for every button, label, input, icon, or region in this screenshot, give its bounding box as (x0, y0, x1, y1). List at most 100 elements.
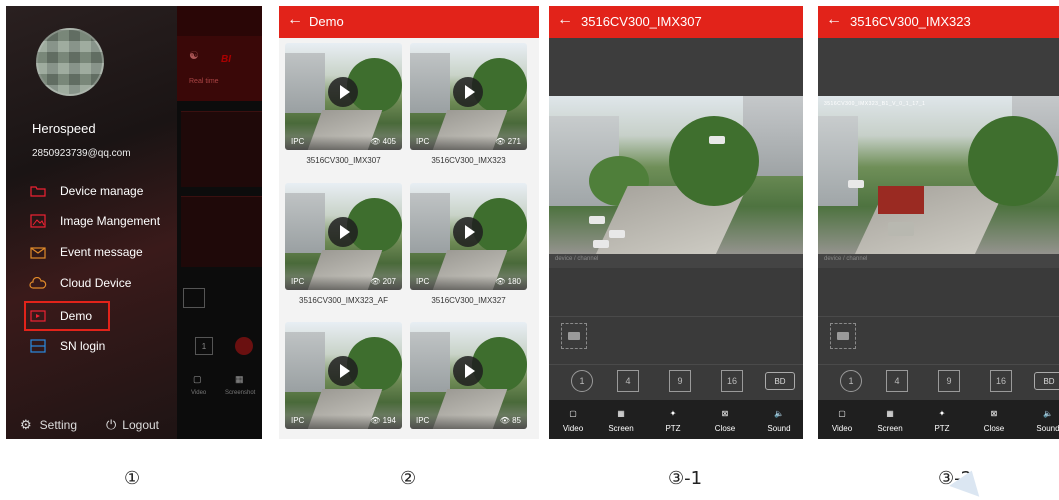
menu-item-cloud-device[interactable]: Cloud Device (28, 272, 131, 294)
logout-label: Logout (122, 418, 159, 432)
layout-1-icon: 1 (195, 337, 213, 355)
menu-item-label: Demo (60, 309, 93, 323)
menu-item-label: Cloud Device (60, 276, 132, 290)
view-count: 👁 180 (495, 277, 521, 286)
page-title: 3516CV300_IMX307 (581, 14, 702, 29)
bg-video-label: Video (191, 390, 207, 396)
step-label-1: ① (124, 468, 141, 489)
device-type-label: IPC (291, 277, 305, 286)
setting-button[interactable]: ⚙ Setting (20, 417, 77, 433)
device-type-label: IPC (291, 137, 305, 146)
video-view[interactable] (549, 96, 803, 254)
layout-9-button[interactable]: 9 (669, 370, 691, 392)
layout-1-button[interactable]: 1 (840, 370, 862, 392)
step-label-2: ② (400, 468, 417, 489)
view-count: 👁 271 (495, 137, 521, 146)
side-menu-screen: ☯ BI Real time 1 ▢ ▦ Video Screenshot He… (6, 6, 262, 439)
demo-list-screen: ← Demo IPC 👁 405 3516CV300_IMX307 IPC 👁 … (279, 6, 539, 439)
video-button[interactable]: ▢ Video (553, 404, 593, 434)
demo-card[interactable]: IPC 👁 207 (285, 183, 402, 290)
device-type-label: IPC (291, 416, 305, 425)
layout-9-button[interactable]: 9 (938, 370, 960, 392)
play-icon[interactable] (453, 77, 483, 107)
sn-icon (28, 339, 48, 353)
folder-icon (183, 288, 205, 308)
sound-button[interactable]: 🔈 Sound (1028, 404, 1059, 434)
device-type-label: IPC (416, 137, 430, 146)
speaker-icon: 🔈 (1043, 408, 1053, 418)
ptz-icon: ✦ (669, 408, 677, 418)
step-label-3-1: ③-1 (668, 468, 703, 489)
layout-1-button[interactable]: 1 (571, 370, 593, 392)
bg-screenshot-label: Screenshot (225, 390, 256, 396)
play-icon[interactable] (453, 217, 483, 247)
device-type-label: IPC (416, 277, 430, 286)
sound-button[interactable]: 🔈 Sound (759, 404, 799, 434)
view-count: 👁 194 (370, 416, 396, 425)
demo-card-caption: 3516CV300_IMX323 (431, 156, 506, 165)
layout-16-button[interactable]: 16 (721, 370, 743, 392)
play-icon[interactable] (328, 77, 358, 107)
video-timestamp: 3516CV300_IMX323_B1_V_0_1_17_1 (824, 101, 926, 107)
logout-button[interactable]: ⏻ Logout (106, 417, 159, 433)
play-icon[interactable] (328, 356, 358, 386)
back-arrow-icon[interactable]: ← (557, 11, 573, 29)
folder-icon[interactable] (830, 323, 856, 349)
layout-4-button[interactable]: 4 (617, 370, 639, 392)
demo-card[interactable]: IPC 👁 85 (410, 322, 527, 429)
video-icon: ▢ (193, 374, 202, 384)
play-icon[interactable] (453, 356, 483, 386)
back-arrow-icon[interactable]: ← (287, 11, 303, 29)
screen-button[interactable]: ▦ Screen (870, 404, 910, 434)
play-icon[interactable] (328, 217, 358, 247)
menu-item-demo[interactable]: Demo (23, 301, 111, 331)
close-icon: ⊠ (990, 408, 998, 418)
avatar[interactable] (36, 28, 104, 96)
video-icon: ▢ (569, 408, 577, 418)
stream-quality-button[interactable]: BD (765, 372, 795, 390)
demo-card[interactable]: IPC 👁 194 (285, 322, 402, 429)
video-icon: ▢ (838, 408, 846, 418)
channel-label: device / channel (555, 256, 599, 262)
folder-icon (28, 184, 48, 198)
layout-4-button[interactable]: 4 (886, 370, 908, 392)
page-title: 3516CV300_IMX323 (850, 14, 971, 29)
view-count: 👁 405 (370, 137, 396, 146)
screenshot-icon: ▦ (617, 408, 625, 418)
demo-card[interactable]: IPC 👁 405 (285, 43, 402, 150)
close-button[interactable]: ⊠ Close (974, 404, 1014, 434)
demo-card[interactable]: IPC 👁 180 (410, 183, 527, 290)
layout-16-button[interactable]: 16 (990, 370, 1012, 392)
user-email: 2850923739@qq.com (32, 148, 131, 159)
cloud-icon (28, 276, 48, 290)
demo-card[interactable]: IPC 👁 271 (410, 43, 527, 150)
menu-item-sn-login[interactable]: SN login (28, 335, 105, 357)
setting-label: Setting (39, 418, 78, 432)
demo-card-caption: 3516CV300_IMX307 (306, 156, 381, 165)
brand-text: BI (221, 54, 231, 65)
close-icon: ⊠ (721, 408, 729, 418)
menu-item-image-mangement[interactable]: Image Mangement (28, 210, 160, 232)
screen-button[interactable]: ▦ Screen (601, 404, 641, 434)
folder-icon[interactable] (561, 323, 587, 349)
video-button[interactable]: ▢ Video (822, 404, 862, 434)
image-icon (28, 214, 48, 228)
channel-label: device / channel (824, 256, 868, 262)
speaker-icon: 🔈 (774, 408, 784, 418)
player-screen-1: ← 3516CV300_IMX307 device / channel 1 4 … (549, 6, 803, 439)
menu-item-label: Image Mangement (60, 214, 161, 228)
watermark-shape (949, 465, 987, 497)
title-bar: ← 3516CV300_IMX323 (818, 6, 1059, 38)
video-view[interactable]: 3516CV300_IMX323_B1_V_0_1_17_1 (818, 96, 1059, 254)
menu-item-event-message[interactable]: Event message (28, 241, 143, 263)
back-arrow-icon[interactable]: ← (826, 11, 842, 29)
stream-quality-button[interactable]: BD (1034, 372, 1059, 390)
menu-item-device-manage[interactable]: Device manage (28, 180, 143, 202)
gear-icon: ⚙ (20, 417, 32, 432)
view-count: 👁 85 (499, 416, 521, 425)
close-button[interactable]: ⊠ Close (705, 404, 745, 434)
view-count: 👁 207 (370, 277, 396, 286)
ptz-button[interactable]: ✦ PTZ (922, 404, 962, 434)
drawer-menu: Herospeed 2850923739@qq.com Device manag… (6, 6, 177, 439)
ptz-button[interactable]: ✦ PTZ (653, 404, 693, 434)
